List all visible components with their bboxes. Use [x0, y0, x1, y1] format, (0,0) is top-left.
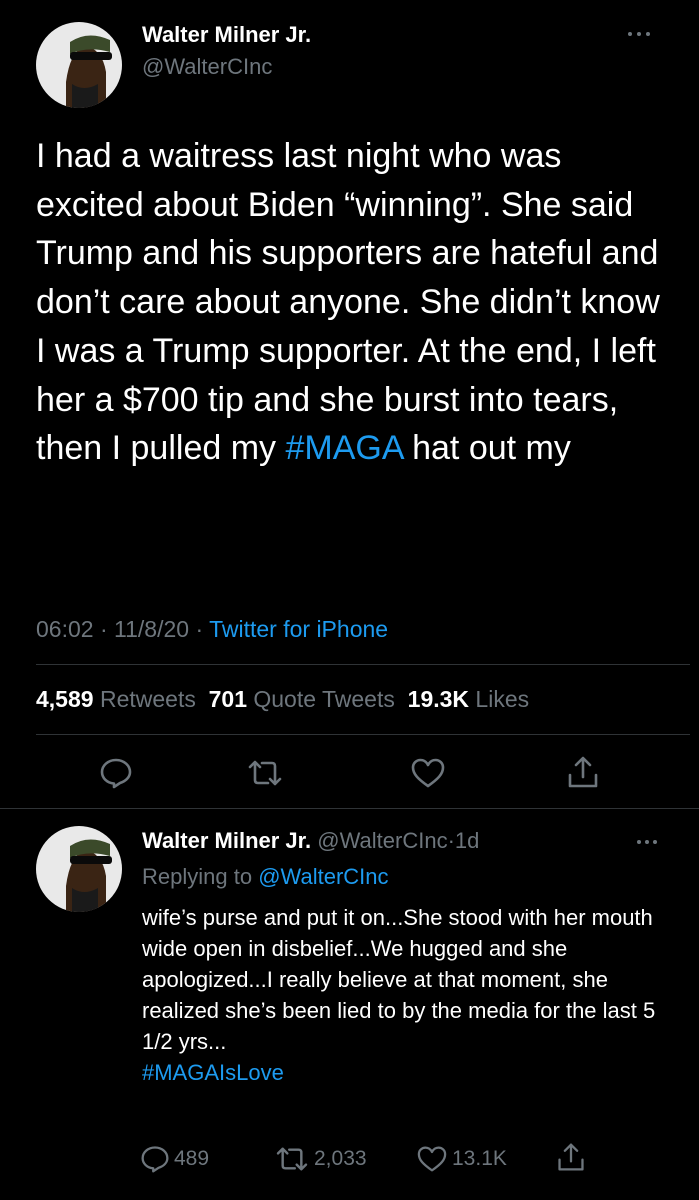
meta-separator: ·	[99, 616, 108, 642]
likes-count: 19.3K	[407, 686, 470, 712]
avatar[interactable]	[36, 22, 122, 108]
replying-to: Replying to @WalterCInc	[142, 864, 389, 890]
share-icon[interactable]	[566, 754, 600, 795]
likes-label: Likes	[475, 686, 530, 712]
replying-to-link[interactable]: @WalterCInc	[258, 864, 388, 889]
tweet-text-body: I had a waitress last night who was exci…	[36, 137, 660, 468]
reply-header: Walter Milner Jr. @WalterCInc·1d	[142, 828, 479, 854]
tweet-source-link[interactable]: Twitter for iPhone	[209, 616, 388, 642]
meta-separator: ·	[195, 616, 204, 642]
reply-age: 1d	[454, 828, 480, 853]
share-icon[interactable]	[556, 1142, 590, 1172]
retweet-button[interactable]: 2,033	[274, 1144, 367, 1174]
author-handle[interactable]: @WalterCInc	[142, 54, 272, 80]
avatar[interactable]	[36, 826, 122, 912]
hashtag-link[interactable]: #MAGA	[285, 429, 402, 467]
tweet-text: I had a waitress last night who was exci…	[36, 132, 676, 473]
reply-text: wife’s purse and put it on...She stood w…	[142, 903, 682, 1088]
hashtag-link[interactable]: #MAGAIsLove	[142, 1060, 284, 1085]
reply-author-name[interactable]: Walter Milner Jr.	[142, 828, 311, 853]
reply-text-body: wife’s purse and put it on...She stood w…	[142, 905, 656, 1054]
retweet-count: 2,033	[314, 1147, 367, 1170]
tweet-stats: 4,589 Retweets 701 Quote Tweets 19.3K Li…	[36, 686, 529, 713]
replying-label: Replying to	[142, 864, 253, 889]
reply-author-handle[interactable]: @WalterCInc	[317, 828, 447, 853]
more-options-icon[interactable]	[628, 32, 650, 38]
reply-icon	[141, 1146, 169, 1173]
divider	[36, 664, 690, 665]
retweet-icon	[276, 1147, 308, 1171]
reply-icon[interactable]	[99, 756, 133, 795]
retweets-count: 4,589	[36, 686, 94, 712]
tweet-text-tail: hat out my	[402, 429, 571, 468]
tweet-time: 06:02	[36, 616, 94, 642]
more-options-icon[interactable]	[637, 840, 659, 846]
tweet-date: 11/8/20	[114, 616, 190, 642]
like-button[interactable]: 13.1K	[416, 1144, 507, 1174]
reply-count: 489	[174, 1147, 210, 1170]
likes-stat[interactable]: 19.3K Likes	[408, 686, 529, 712]
retweet-icon[interactable]	[246, 758, 284, 793]
quotes-stat[interactable]: 701 Quote Tweets	[209, 686, 395, 712]
retweets-label: Retweets	[99, 686, 196, 712]
like-icon	[417, 1146, 447, 1172]
tweet-metadata: 06:02 · 11/8/20 · Twitter for iPhone	[36, 616, 388, 643]
author-name[interactable]: Walter Milner Jr.	[142, 22, 311, 48]
meta-separator: ·	[447, 828, 455, 853]
quotes-count: 701	[208, 686, 247, 712]
quotes-label: Quote Tweets	[253, 686, 395, 712]
divider	[0, 808, 699, 809]
like-icon[interactable]	[410, 757, 446, 794]
retweets-stat[interactable]: 4,589 Retweets	[36, 686, 196, 712]
like-count: 13.1K	[452, 1147, 507, 1170]
divider	[36, 734, 690, 735]
reply-button[interactable]: 489	[140, 1144, 209, 1174]
